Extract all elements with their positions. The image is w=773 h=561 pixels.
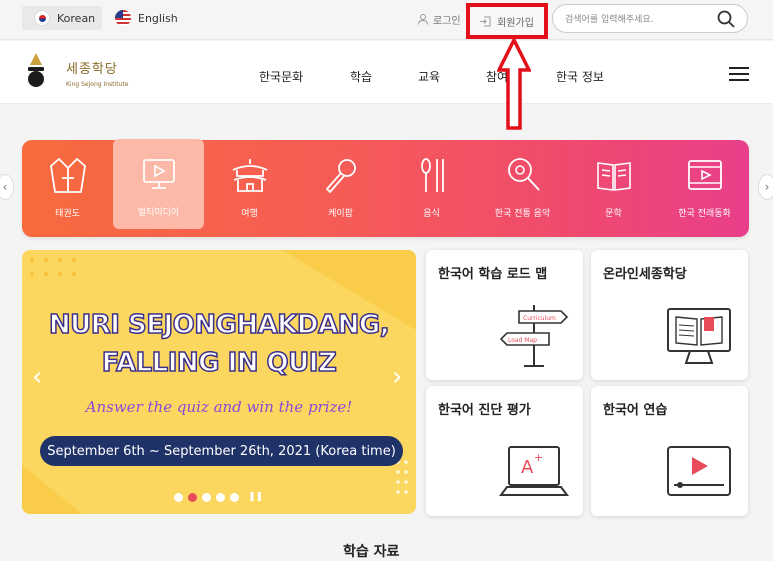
open-book-icon — [597, 162, 631, 191]
monitor-book-icon — [667, 308, 731, 364]
category-prev-arrow[interactable]: ‹ — [0, 174, 14, 200]
category-multimedia[interactable]: 멀티미디어 — [113, 139, 204, 229]
language-english-label: English — [138, 11, 178, 25]
laptop-grade-icon: A + — [499, 446, 569, 496]
banner-title-line1: NURI SEJONGHAKDANG, — [48, 309, 390, 341]
korea-flag-icon — [34, 10, 50, 26]
card-title: 온라인세종학당 — [603, 267, 687, 282]
banner-pagination: ❚❚ — [174, 492, 263, 502]
logo-english-text: King Sejong Institute — [66, 81, 129, 88]
category-label: 멀티미디어 — [137, 208, 180, 218]
logo-mark-icon — [28, 53, 44, 87]
login-label: 로그인 — [433, 16, 461, 27]
card-title: 한국어 진단 평가 — [438, 403, 531, 418]
card-title: 한국어 학습 로드 맵 — [438, 267, 548, 282]
card-title: 한국어 연습 — [603, 403, 668, 418]
card-learning-roadmap[interactable]: 한국어 학습 로드 맵 Curriculum Load Map — [426, 250, 583, 380]
category-label: 음식 — [423, 209, 440, 219]
pagination-dot[interactable] — [202, 492, 211, 502]
signup-label: 회원가입 — [497, 17, 534, 29]
main-header: 세종학당 King Sejong Institute 한국문화 학습 교육 참여… — [0, 41, 773, 104]
category-kpop[interactable]: 케이팝 — [295, 140, 386, 237]
quiz-banner[interactable]: NURI SEJONGHAKDANG, FALLING IN QUIZ Answ… — [22, 250, 416, 514]
pagination-dot[interactable] — [174, 492, 183, 502]
pagination-dot[interactable] — [216, 492, 225, 502]
search-icon[interactable] — [717, 10, 735, 28]
pause-icon[interactable]: ❚❚ — [248, 492, 263, 502]
banner-subtitle: Answer the quiz and win the prize! — [85, 398, 353, 416]
category-traditional-music[interactable]: 한국 전통 음악 — [477, 140, 568, 237]
category-label: 태권도 — [55, 209, 80, 219]
category-travel[interactable]: 여행 — [204, 140, 295, 237]
banner-prev-arrow-icon[interactable]: ‹ — [32, 362, 42, 392]
category-label: 문학 — [605, 209, 622, 219]
language-korean-button[interactable]: Korean — [22, 6, 102, 30]
category-label: 케이팝 — [328, 209, 353, 219]
menu-hamburger-icon[interactable] — [729, 67, 749, 81]
us-flag-icon — [115, 10, 131, 26]
category-taekwondo[interactable]: 태권도 — [22, 140, 113, 237]
signup-icon — [480, 16, 491, 26]
gong-icon — [508, 158, 540, 191]
category-bar: 태권도 멀티미디어 여행 케이팝 음식 한국 전통 음악 문학 한국 전래동화 — [22, 139, 750, 237]
signpost-icon: Curriculum Load Map — [499, 305, 569, 367]
signpost-text-loadmap: Load Map — [508, 337, 537, 344]
search-input[interactable]: 검색어를 입력해주세요. — [552, 4, 748, 33]
category-label: 한국 전통 음악 — [494, 209, 551, 219]
monitor-play-icon — [143, 159, 175, 189]
category-folk-tales[interactable]: 한국 전래동화 — [659, 140, 750, 237]
nav-learning[interactable]: 학습 — [350, 68, 372, 85]
user-icon — [418, 14, 428, 25]
nav-korean-culture[interactable]: 한국문화 — [259, 68, 303, 85]
svg-text:+: + — [534, 451, 543, 464]
login-link[interactable]: 로그인 — [418, 12, 461, 27]
palace-icon — [232, 159, 268, 192]
nav-korea-info[interactable]: 한국 정보 — [556, 68, 604, 85]
annotation-arrow — [497, 38, 531, 130]
microphone-icon — [325, 159, 356, 194]
film-icon — [688, 160, 722, 190]
pagination-dot-active[interactable] — [188, 492, 197, 502]
nav-education[interactable]: 교육 — [418, 68, 440, 85]
section-heading-learning-materials: 학습 자료 — [343, 544, 400, 560]
banner-decoration — [22, 250, 416, 514]
top-utility-bar: Korean English 로그인 회원가입 검색어를 입력해주세요. — [0, 0, 773, 40]
category-label: 한국 전래동화 — [678, 209, 731, 219]
signup-link[interactable]: 회원가입 — [466, 3, 548, 39]
category-food[interactable]: 음식 — [386, 140, 477, 237]
card-korean-assessment[interactable]: 한국어 진단 평가 A + — [426, 386, 583, 516]
category-label: 여행 — [241, 209, 258, 219]
category-next-arrow[interactable]: › — [758, 174, 773, 200]
banner-next-arrow-icon[interactable]: › — [392, 362, 402, 392]
logo-korean-text: 세종학당 — [66, 62, 118, 77]
category-literature[interactable]: 문학 — [568, 140, 659, 237]
taekwondo-uniform-icon — [50, 157, 86, 193]
card-korean-practice[interactable]: 한국어 연습 — [591, 386, 748, 516]
card-online-sejong[interactable]: 온라인세종학당 — [591, 250, 748, 380]
language-korean-label: Korean — [57, 11, 96, 25]
signpost-text-curriculum: Curriculum — [523, 315, 556, 322]
site-logo[interactable]: 세종학당 King Sejong Institute — [22, 51, 142, 93]
language-english-button[interactable]: English — [115, 6, 178, 30]
pagination-dot[interactable] — [230, 492, 239, 502]
search-placeholder: 검색어를 입력해주세요. — [565, 15, 654, 25]
video-player-icon — [667, 446, 731, 496]
svg-text:A: A — [521, 457, 534, 478]
banner-title-line2: FALLING IN QUIZ — [101, 347, 338, 379]
spoon-chopsticks-icon — [421, 158, 444, 192]
banner-date-pill: September 6th ~ September 26th, 2021 (Ko… — [40, 436, 403, 466]
